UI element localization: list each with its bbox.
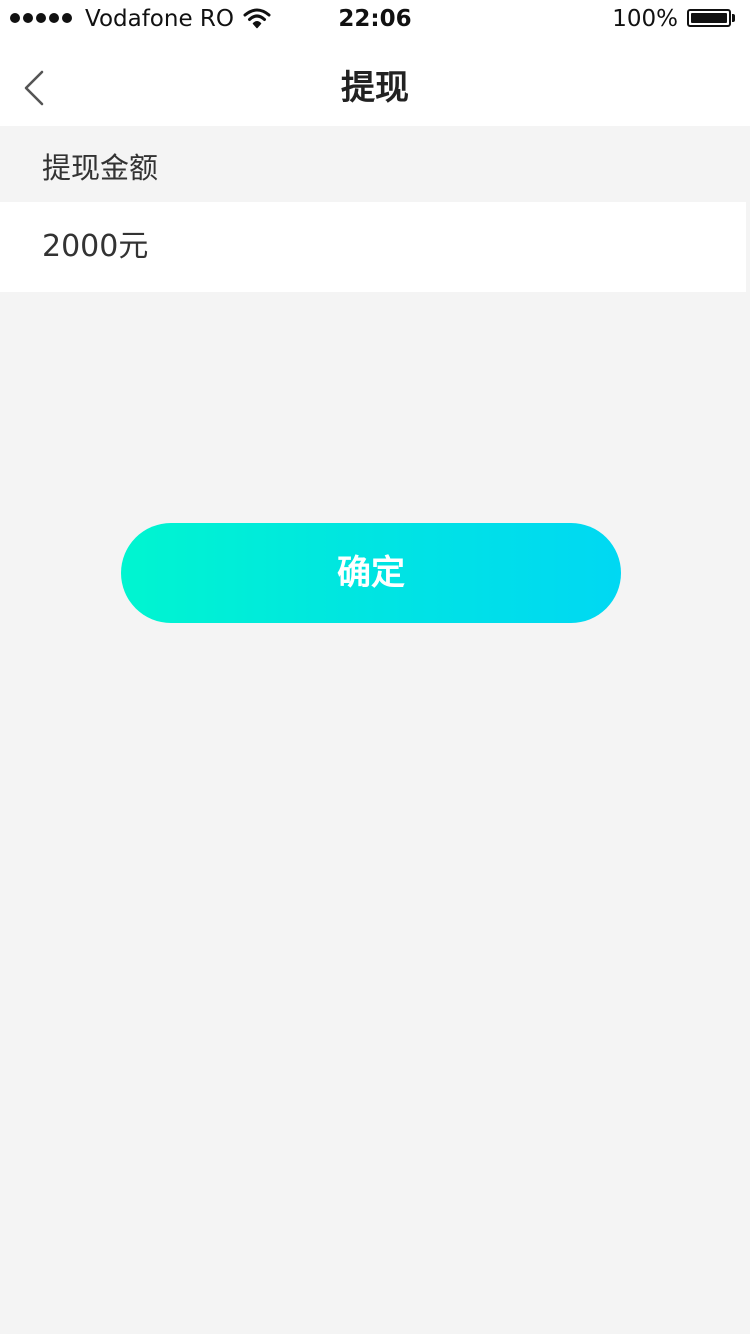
battery-tip bbox=[732, 14, 735, 22]
confirm-button[interactable]: 确定 bbox=[121, 523, 621, 623]
amount-value: 2000元 bbox=[42, 229, 149, 264]
battery-percent: 100% bbox=[612, 6, 678, 32]
page-title: 提现 bbox=[341, 68, 409, 108]
navigation-bar: 提现 bbox=[0, 40, 750, 126]
amount-label: 提现金额 bbox=[42, 151, 159, 185]
status-bar: Vodafone RO 22:06 100% bbox=[0, 0, 750, 40]
battery-icon bbox=[687, 9, 731, 27]
amount-row: 2000元 bbox=[0, 202, 746, 292]
battery-fill bbox=[691, 13, 727, 23]
